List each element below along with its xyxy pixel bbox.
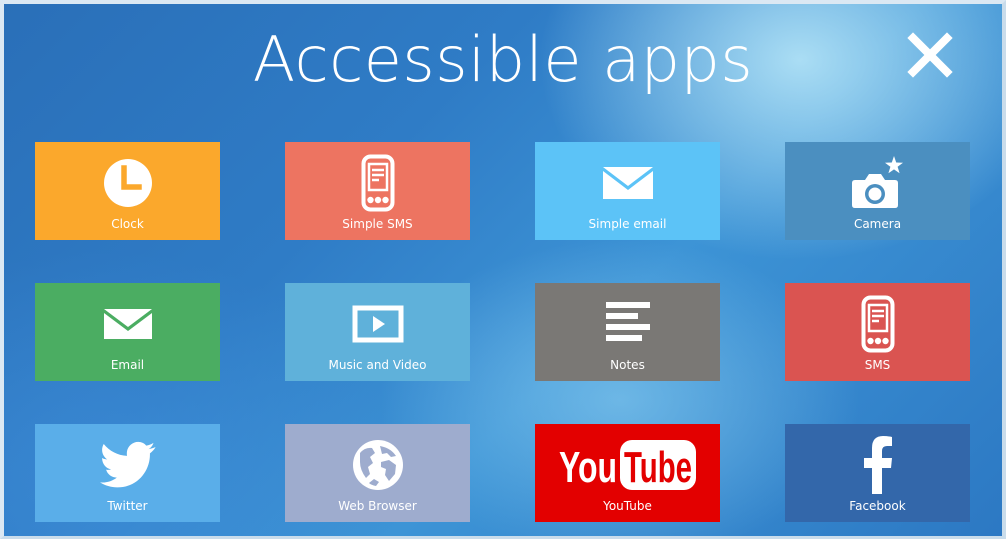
tile-label: Simple SMS — [342, 217, 413, 231]
youtube-logo: You Tube — [559, 440, 696, 492]
tile-label: Twitter — [107, 499, 148, 513]
tile-label: Email — [110, 358, 145, 372]
page-title: Accessible apps — [252, 23, 754, 96]
app-tile-camera[interactable]: Camera — [785, 142, 970, 240]
youtube-logo-you: You — [559, 443, 617, 492]
youtube-logo-tube: Tube — [624, 443, 692, 492]
tile-label: Music and Video — [328, 358, 427, 372]
phone-sms-icon — [361, 154, 394, 212]
tile-label: SMS — [864, 358, 891, 372]
tile-label: Notes — [610, 358, 645, 372]
app-tile-email[interactable]: Email — [35, 283, 220, 381]
tile-label: Clock — [111, 217, 144, 231]
app-tile-notes[interactable]: Notes — [535, 283, 720, 381]
globe-icon — [352, 440, 403, 490]
app-tile-music-and-video[interactable]: Music and Video — [285, 283, 470, 381]
app-tile-simple-email[interactable]: Simple email — [535, 142, 720, 240]
twitter-bird-icon — [99, 441, 156, 488]
close-icon — [907, 32, 953, 78]
tile-label: YouTube — [603, 499, 652, 513]
app-tile-sms[interactable]: SMS — [785, 283, 970, 381]
phone-sms-icon — [861, 295, 894, 353]
close-button[interactable] — [905, 30, 955, 80]
app-tile-facebook[interactable]: Facebook — [785, 424, 970, 522]
facebook-f-icon — [863, 436, 892, 494]
play-screen-icon — [352, 305, 403, 343]
tile-label: Facebook — [849, 499, 906, 513]
envelope-icon — [103, 309, 152, 339]
notes-lines-icon — [605, 302, 650, 341]
app-tile-simple-sms[interactable]: Simple SMS — [285, 142, 470, 240]
clock-icon — [103, 159, 152, 207]
tile-label: Web Browser — [338, 499, 417, 513]
tile-label: Simple email — [588, 217, 667, 231]
camera-icon — [851, 156, 903, 208]
app-tile-web-browser[interactable]: Web Browser — [285, 424, 470, 522]
tile-label: Camera — [853, 217, 902, 231]
app-tile-youtube[interactable]: You Tube YouTube — [535, 424, 720, 522]
app-tile-clock[interactable]: Clock — [35, 142, 220, 240]
app-tile-twitter[interactable]: Twitter — [35, 424, 220, 522]
envelope-icon — [602, 167, 653, 199]
